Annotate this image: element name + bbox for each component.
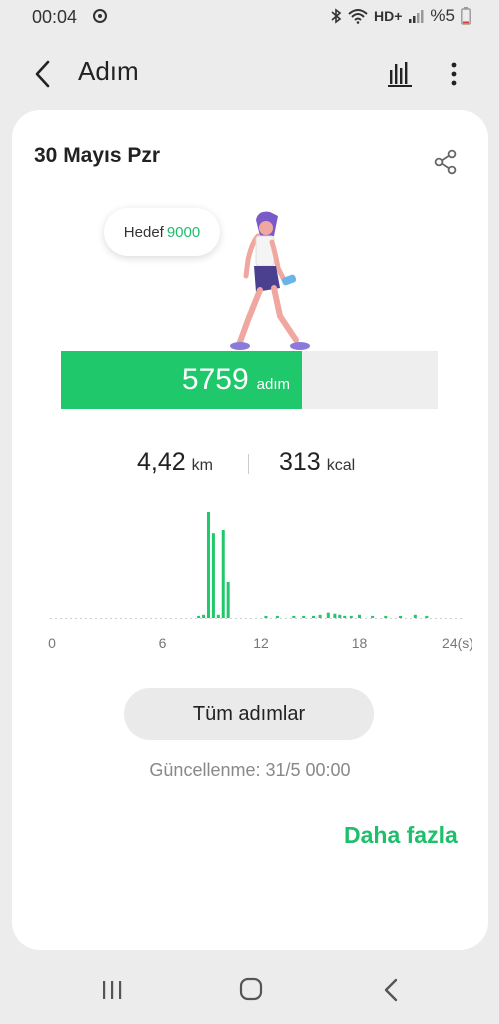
chart-bar: [358, 614, 361, 618]
chart-bar: [371, 615, 375, 618]
calories-stat: 313 kcal: [279, 448, 355, 477]
chart-bar: [226, 581, 230, 618]
chart-bar: [292, 615, 296, 618]
steps-progress-bar: 5759 adım: [61, 351, 438, 409]
distance-stat: 4,42 km: [137, 448, 213, 477]
recent-apps-icon[interactable]: [100, 978, 124, 1002]
page-title: Adım: [78, 56, 139, 86]
chevron-left-icon[interactable]: [28, 56, 60, 92]
chart-tick-label: 12: [253, 635, 269, 651]
chart-bar: [197, 615, 201, 618]
share-icon[interactable]: [432, 148, 460, 176]
status-icons: HD+ %5: [330, 6, 471, 26]
chart-bar: [338, 614, 342, 618]
more-vertical-icon[interactable]: [440, 56, 468, 92]
chart-bar: [425, 615, 429, 618]
distance-unit: km: [191, 457, 213, 474]
chart-tick-label: 0: [48, 635, 56, 651]
bar-chart-icon[interactable]: [384, 58, 416, 90]
date-label: 30 Mayıs Pzr: [34, 144, 161, 167]
chart-bar: [399, 615, 403, 618]
all-steps-button[interactable]: Tüm adımlar: [124, 688, 374, 740]
goal-bubble: Hedef 9000: [104, 208, 220, 256]
chart-bar: [264, 615, 268, 618]
stats-divider: [248, 454, 249, 474]
hourly-steps-chart: 0 6 12 18 24(s): [48, 512, 472, 651]
chart-bar: [216, 614, 220, 618]
chart-tick-label: 24(s): [442, 635, 472, 651]
more-link[interactable]: Daha fazla: [344, 822, 458, 849]
chart-bar: [221, 530, 225, 618]
app-bar: Adım: [0, 40, 499, 106]
chart-bar: [211, 533, 215, 618]
status-time: 00:04: [32, 7, 78, 27]
chart-bar: [302, 615, 306, 618]
chart-tick-label: 6: [159, 635, 167, 651]
chart-bar: [384, 615, 388, 618]
chart-bar: [413, 614, 417, 618]
chart-bar: [326, 612, 330, 618]
chart-bar: [312, 615, 316, 618]
home-icon[interactable]: [238, 976, 264, 1002]
battery-percent: %5: [430, 6, 455, 25]
chart-tick-label: 18: [352, 635, 368, 651]
chart-bar: [343, 615, 347, 618]
back-icon[interactable]: [380, 976, 402, 1004]
battery-icon: [461, 7, 471, 25]
network-type: HD+: [374, 8, 403, 24]
bluetooth-icon: [331, 8, 342, 24]
chart-bar: [333, 613, 337, 618]
goal-value: 9000: [166, 223, 201, 241]
distance-value: 4,42: [137, 448, 186, 476]
chart-bar: [202, 614, 206, 618]
steps-count: 5759 adım: [61, 351, 302, 409]
wifi-icon: [348, 9, 368, 24]
calories-unit: kcal: [326, 457, 356, 474]
steps-unit: adım: [256, 375, 290, 393]
chart-bar: [275, 615, 279, 618]
system-nav-bar: [0, 960, 499, 1024]
walking-person-illustration: [230, 211, 310, 350]
sync-icon: [93, 9, 107, 23]
calories-value: 313: [279, 448, 321, 476]
stats-row: 4,42 km 313 kcal: [12, 448, 488, 482]
steps-card: 30 Mayıs Pzr Hedef 9000 5759 adım 4,42 k…: [12, 110, 488, 950]
updated-timestamp: Güncellenme: 31/5 00:00: [149, 760, 351, 780]
steps-value: 5759: [181, 363, 249, 396]
signal-icon: [409, 10, 424, 23]
chart-bar: [318, 614, 322, 618]
chart-bar: [349, 615, 353, 618]
status-bar: 00:04 HD+ %5: [0, 0, 499, 36]
chart-bar: [206, 512, 210, 618]
goal-label: Hedef: [123, 223, 164, 241]
